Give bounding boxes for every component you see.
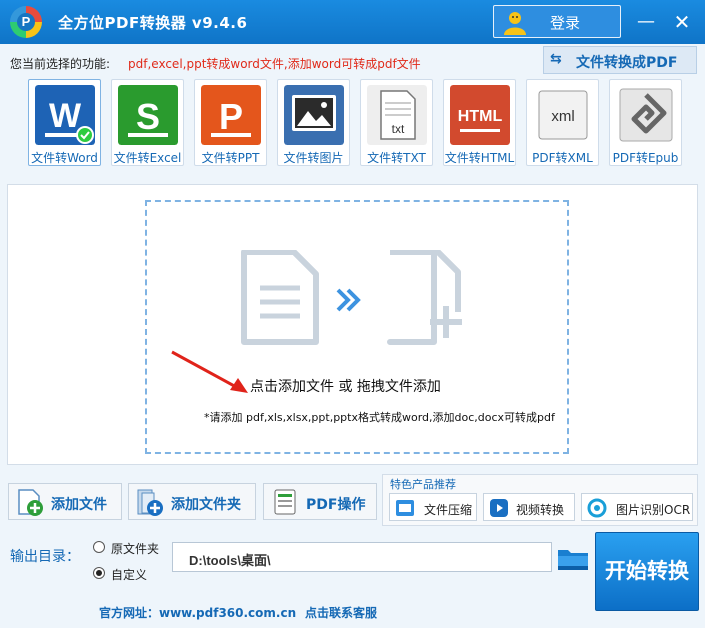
- contact-support-link[interactable]: 点击联系客服: [305, 604, 377, 621]
- pdf-operations-label: PDF操作: [306, 497, 366, 513]
- svg-text:P: P: [219, 96, 243, 137]
- add-file-icon: [18, 489, 43, 516]
- add-file-button[interactable]: 添加文件: [8, 483, 122, 520]
- add-folder-icon: [137, 489, 163, 516]
- tool-label: PDF转XML: [532, 151, 593, 165]
- video-convert-button[interactable]: 视频转换: [483, 493, 575, 521]
- tool-label: 文件转PPT: [201, 151, 260, 165]
- image-ocr-button[interactable]: 图片识别OCR: [581, 493, 693, 521]
- tool-label: 文件转图片: [283, 151, 344, 165]
- ppt-icon: P: [201, 85, 261, 145]
- tool-label: 文件转HTML: [444, 151, 515, 165]
- document-convert-icon: [241, 250, 462, 345]
- txt-icon: txt: [367, 85, 427, 145]
- custom-folder-label: 自定义: [111, 568, 148, 582]
- svg-text:W: W: [49, 97, 82, 135]
- tool-label: 文件转TXT: [367, 151, 426, 165]
- image-icon: [284, 85, 344, 145]
- ocr-icon: [587, 498, 607, 518]
- drop-hint: *请添加 pdf,xls,xlsx,ppt,pptx格式转成word,添加doc…: [204, 411, 555, 424]
- video-icon: [490, 499, 508, 517]
- function-value: pdf,excel,ppt转成word文件,添加word可转成pdf文件: [128, 57, 421, 71]
- custom-folder-radio[interactable]: [93, 567, 105, 579]
- browse-folder-icon[interactable]: [556, 544, 590, 574]
- pdf-document-icon: [274, 489, 296, 515]
- output-directory-label: 输出目录：: [10, 549, 80, 565]
- official-website-link[interactable]: 官方网址：www.pdf360.com.cn: [99, 604, 296, 621]
- compress-icon: [396, 500, 414, 516]
- original-folder-label: 原文件夹: [111, 542, 160, 556]
- add-folder-button[interactable]: 添加文件夹: [128, 483, 256, 520]
- minimize-icon[interactable]: —: [632, 8, 660, 36]
- app-title: 全方位PDF转换器 v9.4.6: [58, 14, 248, 32]
- video-convert-label: 视频转换: [516, 503, 565, 517]
- epub-icon: [619, 88, 673, 142]
- user-avatar-icon: [504, 12, 526, 35]
- tool-file-to-html[interactable]: HTML 文件转HTML: [443, 79, 516, 166]
- featured-products-title: 特色产品推荐: [390, 478, 456, 491]
- svg-text:S: S: [136, 96, 160, 137]
- svg-text:txt: txt: [392, 122, 405, 136]
- tool-file-to-excel[interactable]: S 文件转Excel: [111, 79, 184, 166]
- svg-text:xml: xml: [551, 108, 574, 125]
- tool-label: 文件转Excel: [113, 151, 182, 165]
- app-logo-icon: P: [10, 6, 42, 38]
- xml-icon: xml: [538, 90, 588, 140]
- file-compress-label: 文件压缩: [424, 503, 473, 517]
- tool-label: PDF转Epub: [612, 151, 679, 165]
- tool-label: 文件转Word: [31, 151, 98, 165]
- tool-file-to-ppt[interactable]: P 文件转PPT: [194, 79, 267, 166]
- tool-pdf-to-xml[interactable]: xml PDF转XML: [526, 79, 599, 166]
- start-convert-button[interactable]: 开始转换: [595, 532, 699, 611]
- swap-arrows-icon: ⇆: [550, 51, 562, 67]
- convert-to-pdf-label: 文件转换成PDF: [576, 55, 678, 71]
- original-folder-radio[interactable]: [93, 541, 105, 553]
- add-file-label: 添加文件: [51, 497, 107, 513]
- image-ocr-label: 图片识别OCR: [616, 503, 691, 517]
- convert-to-pdf-button[interactable]: ⇆ 文件转换成PDF: [543, 46, 697, 74]
- red-arrow-icon: [171, 350, 248, 393]
- tool-file-to-word[interactable]: W 文件转Word: [28, 79, 101, 166]
- svg-text:HTML: HTML: [458, 108, 503, 125]
- output-path-input[interactable]: D:\tools\桌面\: [172, 542, 552, 572]
- tool-file-to-txt[interactable]: txt 文件转TXT: [360, 79, 433, 166]
- tool-file-to-image[interactable]: 文件转图片: [277, 79, 350, 166]
- login-button[interactable]: 登录: [493, 5, 621, 38]
- excel-icon: S: [118, 85, 178, 145]
- close-icon[interactable]: ✕: [668, 8, 696, 36]
- add-folder-label: 添加文件夹: [171, 497, 241, 513]
- tool-pdf-to-epub[interactable]: PDF转Epub: [609, 79, 682, 166]
- login-label: 登录: [550, 14, 581, 32]
- html-icon: HTML: [450, 85, 510, 145]
- word-icon: W: [35, 85, 95, 145]
- drop-instruction: 点击添加文件 或 拖拽文件添加: [250, 379, 441, 395]
- file-compress-button[interactable]: 文件压缩: [389, 493, 477, 521]
- pdf-operations-button[interactable]: PDF操作: [263, 483, 377, 520]
- function-label: 您当前选择的功能:: [10, 57, 111, 71]
